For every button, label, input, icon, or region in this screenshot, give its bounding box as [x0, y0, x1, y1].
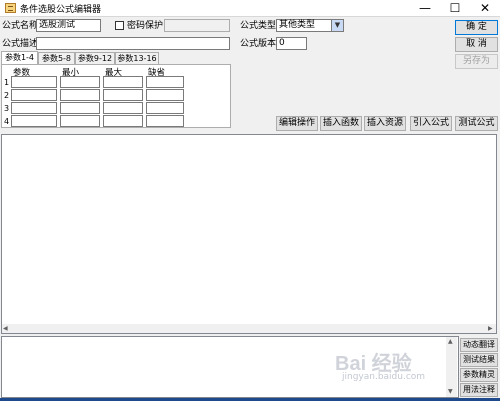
close-button[interactable]: ✕	[470, 0, 500, 16]
param-2-max[interactable]	[103, 89, 143, 101]
watermark-url: jingyan.baidu.com	[342, 372, 426, 382]
insert-function-button[interactable]: 插入函数	[320, 116, 362, 131]
test-result-button[interactable]: 测试结果	[460, 353, 498, 367]
cancel-button[interactable]: 取 消	[455, 37, 498, 52]
param-3-max[interactable]	[103, 102, 143, 114]
row-number-2: 2	[4, 91, 10, 100]
output-vertical-scrollbar[interactable]: ▲ ▼	[446, 337, 457, 397]
row-number-1: 1	[4, 78, 10, 87]
insert-resource-button[interactable]: 插入资源	[364, 116, 406, 131]
password-input	[164, 19, 230, 32]
formula-type-label: 公式类型	[240, 21, 277, 31]
maximize-button[interactable]: ☐	[440, 0, 470, 16]
param-4-name[interactable]	[11, 115, 57, 127]
scroll-right-icon[interactable]: ▶	[488, 324, 493, 333]
scroll-down-icon[interactable]: ▼	[448, 387, 453, 396]
dropdown-arrow-icon[interactable]: ▼	[331, 20, 343, 31]
formula-version-label: 公式版本	[240, 39, 277, 49]
import-formula-button[interactable]: 引入公式	[410, 116, 452, 131]
param-3-min[interactable]	[60, 102, 100, 114]
param-1-max[interactable]	[103, 76, 143, 88]
tab-params-1-4[interactable]: 参数1-4	[1, 51, 38, 65]
param-1-name[interactable]	[11, 76, 57, 88]
formula-name-label: 公式名称	[2, 21, 39, 31]
formula-type-select[interactable]: 其他类型 ▼	[276, 19, 344, 32]
row-number-3: 3	[4, 104, 10, 113]
param-1-default[interactable]	[146, 76, 184, 88]
param-3-name[interactable]	[11, 102, 57, 114]
window-title: 条件选股公式编辑器	[20, 5, 102, 15]
title-bar: 条件选股公式编辑器 — ☐ ✕	[0, 0, 500, 17]
usage-notes-button[interactable]: 用法注释	[460, 383, 498, 397]
param-wizard-button[interactable]: 参数精灵	[460, 368, 498, 382]
dynamic-translate-button[interactable]: 动态翻译	[460, 338, 498, 352]
save-as-button[interactable]: 另存为	[455, 54, 498, 69]
scroll-up-icon[interactable]: ▲	[448, 337, 453, 346]
formula-desc-input[interactable]	[36, 37, 230, 50]
minimize-button[interactable]: —	[410, 0, 440, 16]
param-2-min[interactable]	[60, 89, 100, 101]
password-checkbox[interactable]	[115, 21, 124, 30]
formula-editor[interactable]	[1, 134, 497, 334]
formula-name-input[interactable]: 选股测试	[36, 19, 101, 32]
formula-version-input[interactable]: 0	[276, 37, 307, 50]
row-number-4: 4	[4, 117, 10, 126]
param-4-min[interactable]	[60, 115, 100, 127]
password-label: 密码保护	[127, 21, 164, 31]
param-4-default[interactable]	[146, 115, 184, 127]
formula-type-value: 其他类型	[279, 20, 316, 30]
edit-operation-button[interactable]: 编辑操作	[276, 116, 318, 131]
scroll-left-icon[interactable]: ◀	[3, 324, 8, 333]
ok-button[interactable]: 确 定	[455, 20, 498, 35]
formula-desc-label: 公式描述	[2, 39, 39, 49]
app-icon	[5, 3, 16, 13]
param-2-default[interactable]	[146, 89, 184, 101]
test-formula-button[interactable]: 测试公式	[455, 116, 498, 131]
param-4-max[interactable]	[103, 115, 143, 127]
param-2-name[interactable]	[11, 89, 57, 101]
editor-horizontal-scrollbar[interactable]: ◀ ▶	[2, 324, 496, 333]
param-3-default[interactable]	[146, 102, 184, 114]
param-1-min[interactable]	[60, 76, 100, 88]
